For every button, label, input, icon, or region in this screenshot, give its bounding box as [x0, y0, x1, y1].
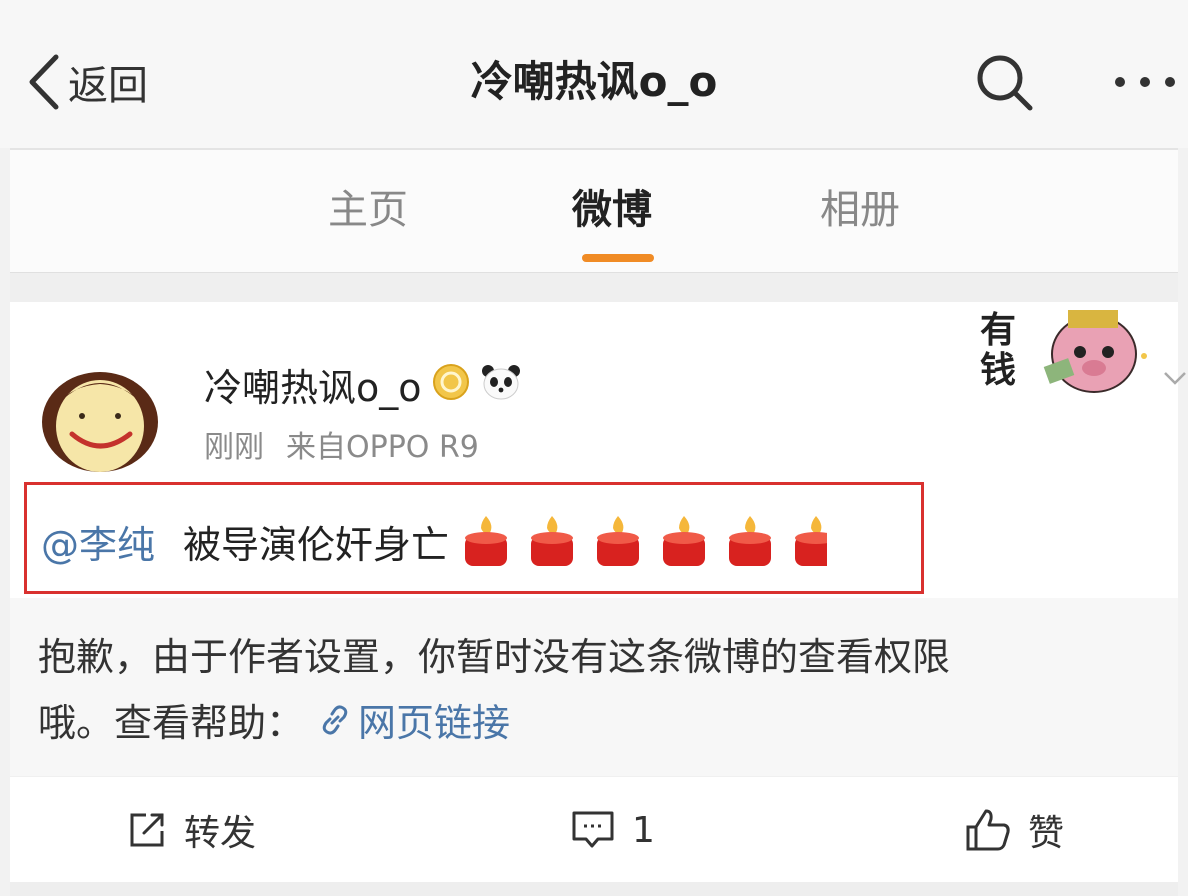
candle-icon [729, 516, 772, 566]
post-text: 被导演伦奸身亡 [183, 522, 450, 567]
tab-album[interactable]: 相册 [820, 180, 900, 240]
gold-medal-icon [432, 363, 470, 405]
tab-weibo[interactable]: 微博 [572, 180, 652, 240]
post-source: 来自OPPO R9 [286, 430, 479, 465]
post-meta: 刚刚 来自OPPO R9 [204, 422, 479, 466]
repost-icon [130, 813, 164, 847]
post-time: 刚刚 [204, 430, 264, 465]
link-icon [322, 705, 348, 734]
divider-strip [10, 272, 1178, 303]
nav-bar: 返回 冷嘲热讽o_o [0, 0, 1188, 148]
notice-text: 抱歉，由于作者设置，你暂时没有这条微博的查看权限 [38, 635, 951, 679]
thumbs-up-icon [966, 809, 1010, 851]
comment-button[interactable]: 1 [570, 803, 655, 857]
sticker-text-bottom: 钱 [980, 350, 1016, 391]
notice-text-2: 哦。查看帮助： 网页链接 [38, 692, 510, 747]
comment-count: 1 [632, 809, 655, 851]
candle-icon [795, 516, 828, 566]
search-icon[interactable] [974, 52, 1036, 118]
candle-icon [531, 516, 574, 566]
more-icon[interactable] [1112, 60, 1178, 108]
bottom-divider [10, 882, 1178, 896]
panda-icon [480, 363, 522, 405]
post-author[interactable]: 冷嘲热讽o_o [204, 358, 522, 410]
sticker-image: 有 钱 [976, 302, 1156, 406]
candle-icon [663, 516, 706, 566]
chevron-down-icon[interactable] [1162, 368, 1188, 392]
post-card: 冷嘲热讽o_o 刚刚 来自OPPO R9 有 钱 @李纯 被导演伦奸身亡 抱歉，… [10, 302, 1186, 890]
like-button[interactable]: 赞 [964, 803, 1064, 857]
repost-label: 转发 [184, 813, 257, 854]
permission-notice: 抱歉，由于作者设置，你暂时没有这条微博的查看权限 哦。查看帮助： 网页链接 [10, 598, 1178, 776]
candle-icon [465, 516, 508, 566]
mention-link[interactable]: @李纯 [41, 514, 155, 569]
tab-home[interactable]: 主页 [328, 180, 408, 240]
web-link[interactable]: 网页链接 [318, 692, 510, 747]
repost-button[interactable]: 转发 [126, 803, 256, 857]
notice-prefix: 哦。查看帮助： [38, 701, 305, 745]
avatar[interactable] [38, 364, 162, 476]
like-label: 赞 [1028, 813, 1065, 854]
action-bar: 转发 1 赞 [10, 776, 1178, 885]
tab-bar: 主页 微博 相册 [10, 150, 1178, 272]
sticker-text-top: 有 [980, 310, 1016, 351]
candle-icon [597, 516, 640, 566]
username: 冷嘲热讽o_o [204, 365, 422, 410]
comment-icon [572, 811, 614, 848]
candle-emojis [457, 512, 828, 570]
web-link-label: 网页链接 [358, 701, 511, 745]
post-content: @李纯 被导演伦奸身亡 [41, 511, 828, 571]
active-tab-indicator [582, 254, 654, 262]
highlight-box: @李纯 被导演伦奸身亡 [24, 482, 924, 594]
